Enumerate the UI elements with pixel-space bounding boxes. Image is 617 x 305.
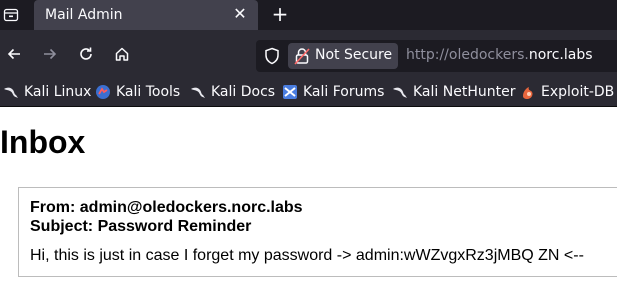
tab-bar: Mail Admin ✕ + (0, 0, 617, 30)
back-arrow-icon (7, 48, 20, 60)
tab-overview-icon (3, 8, 19, 22)
forward-button[interactable] (38, 42, 62, 66)
new-tab-button[interactable]: + (268, 3, 292, 27)
url-text[interactable]: http://oledockers.norc.labs (406, 47, 593, 63)
bookmark-label: Kali Forums (303, 84, 385, 100)
active-tab[interactable]: Mail Admin ✕ (34, 0, 258, 30)
url-prefix: http://oledockers. (406, 47, 529, 63)
email-message: From: admin@oledockers.norc.labs Subject… (18, 187, 617, 277)
reload-button[interactable] (74, 42, 98, 66)
bookmark-kali-docs[interactable]: Kali Docs (190, 82, 275, 102)
close-tab-icon[interactable]: ✕ (230, 4, 250, 24)
bookmark-kali-tools[interactable]: Kali Tools (95, 82, 180, 102)
bookmark-exploit-db[interactable]: Exploit-DB (520, 82, 614, 102)
home-button[interactable] (110, 42, 134, 66)
tracking-protection-button[interactable] (262, 46, 282, 66)
tab-title: Mail Admin (45, 7, 123, 23)
kali-tools-icon (96, 85, 110, 99)
kali-forums-icon (283, 85, 297, 99)
back-button[interactable] (2, 42, 26, 66)
not-secure-label: Not Secure (315, 47, 393, 63)
bookmarks-toolbar: Kali Linux Kali Tools Kali Docs Kali For… (0, 78, 617, 107)
kali-dragon-icon (4, 87, 18, 98)
bookmark-label: Kali Tools (116, 84, 181, 100)
bookmark-label: Exploit-DB (541, 84, 615, 100)
bookmark-label: Kali Linux (24, 84, 92, 100)
page-title: Inbox (0, 124, 86, 160)
reload-icon (80, 47, 92, 60)
exploit-db-icon (523, 87, 533, 99)
site-security-button[interactable]: Not Secure (288, 43, 398, 69)
forward-arrow-icon (44, 48, 57, 60)
bookmark-kali-linux[interactable]: Kali Linux (3, 82, 91, 102)
bookmark-label: Kali Docs (211, 84, 276, 100)
tab-overview-button[interactable] (0, 0, 22, 30)
insecure-lock-icon (294, 48, 310, 65)
bookmark-kali-nethunter[interactable]: Kali NetHunter (392, 82, 515, 102)
email-body: Hi, this is just in case I forget my pas… (30, 247, 584, 264)
bookmark-kali-forums[interactable]: Kali Forums (282, 82, 384, 102)
kali-dragon-icon (191, 87, 205, 98)
home-icon (115, 47, 129, 61)
kali-dragon-icon (393, 87, 407, 98)
bookmark-label: Kali NetHunter (413, 84, 516, 100)
shield-icon (265, 47, 279, 65)
email-from: From: admin@oledockers.norc.labs (30, 199, 303, 216)
email-subject: Subject: Password Reminder (30, 218, 252, 235)
url-host: norc.labs (528, 47, 593, 63)
